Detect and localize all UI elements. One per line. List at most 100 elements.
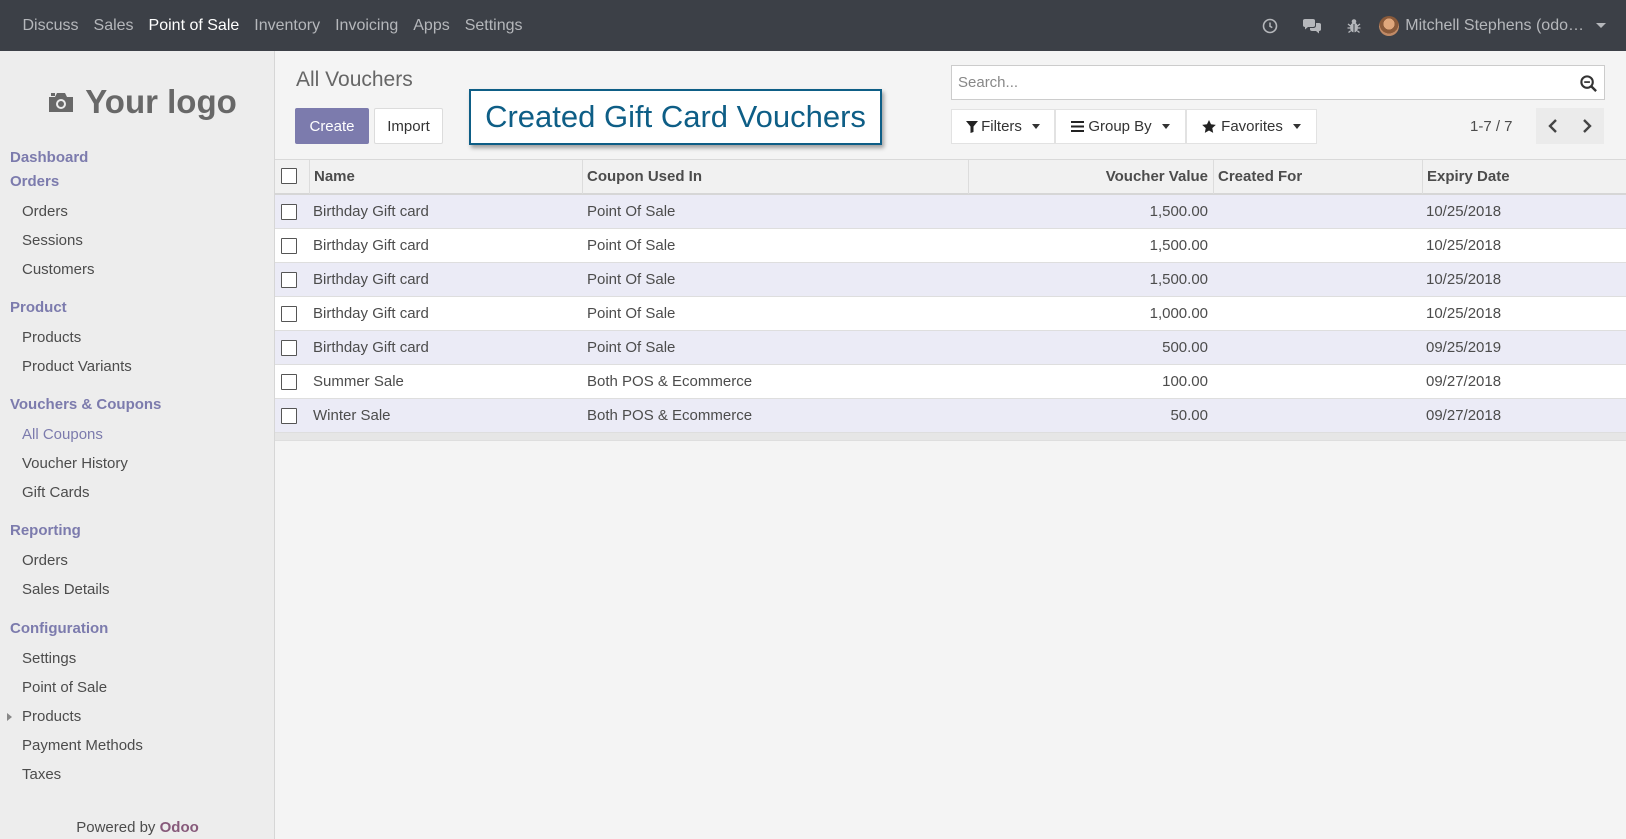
filters-button[interactable]: Filters: [951, 109, 1055, 144]
sidebar-item-taxes[interactable]: Taxes: [22, 766, 61, 783]
column-header-expiry-date[interactable]: Expiry Date: [1422, 160, 1626, 194]
cell-voucher-value: 1,500.00: [1149, 271, 1208, 288]
company-logo[interactable]: Your logo: [36, 77, 248, 127]
sidebar-section-orders[interactable]: Orders: [10, 173, 59, 190]
search-bar: [951, 65, 1605, 100]
cell-created-for: [1217, 263, 1421, 296]
sidebar-item-sales-details[interactable]: Sales Details: [22, 581, 110, 598]
filter-icon: [966, 120, 979, 133]
cell-expiry-date: 09/27/2018: [1426, 407, 1502, 424]
pager-value[interactable]: 1-7 / 7: [1470, 118, 1513, 135]
search-icon[interactable]: [1579, 74, 1598, 93]
column-header-created-for[interactable]: Created For: [1213, 160, 1422, 194]
nav-settings[interactable]: Settings: [457, 0, 530, 51]
cell-name: Birthday Gift card: [313, 271, 429, 288]
table-row[interactable]: Birthday Gift card Point Of Sale 1,500.00 1…: [275, 195, 1626, 229]
nav-point-of-sale[interactable]: Point of Sale: [141, 0, 247, 51]
vouchers-table: Name Coupon Used In Voucher Value Create…: [275, 159, 1626, 441]
pager-next-button[interactable]: [1570, 108, 1604, 144]
search-input[interactable]: [958, 74, 1558, 91]
nav-discuss[interactable]: Discuss: [15, 0, 86, 51]
row-checkbox[interactable]: [281, 374, 297, 390]
sidebar-item-voucher-history[interactable]: Voucher History: [22, 455, 128, 472]
nav-inventory[interactable]: Inventory: [247, 0, 328, 51]
table-row[interactable]: Summer Sale Both POS & Ecommerce 100.00 09/…: [275, 365, 1626, 399]
sidebar-item-reporting-orders[interactable]: Orders: [22, 552, 68, 569]
pager-previous-button[interactable]: [1536, 108, 1570, 144]
table-header: Name Coupon Used In Voucher Value Create…: [275, 159, 1626, 195]
create-button[interactable]: Create: [295, 108, 369, 144]
favorites-label: Favorites: [1221, 118, 1283, 135]
sidebar-section-reporting[interactable]: Reporting: [10, 522, 81, 539]
import-button[interactable]: Import: [374, 108, 443, 144]
sidebar-item-all-coupons[interactable]: All Coupons: [22, 426, 103, 443]
cell-name: Winter Sale: [313, 407, 391, 424]
main-menu: Discuss Sales Point of Sale Inventory In…: [0, 0, 530, 51]
sidebar-section-vouchers-coupons[interactable]: Vouchers & Coupons: [10, 396, 161, 413]
cell-name: Birthday Gift card: [313, 203, 429, 220]
cell-created-for: [1217, 399, 1421, 432]
row-checkbox[interactable]: [281, 340, 297, 356]
row-checkbox[interactable]: [281, 272, 297, 288]
cell-created-for: [1217, 331, 1421, 364]
systray: Mitchell Stephens (odo…: [1249, 0, 1606, 51]
caret-right-icon[interactable]: [7, 713, 12, 721]
filters-label: Filters: [981, 118, 1022, 135]
table-row[interactable]: Birthday Gift card Point Of Sale 1,500.00 1…: [275, 263, 1626, 297]
bug-icon[interactable]: [1333, 0, 1375, 51]
cell-coupon-used-in: Point Of Sale: [587, 237, 676, 254]
top-navbar: Discuss Sales Point of Sale Inventory In…: [0, 0, 1626, 51]
chevron-down-icon: [1031, 124, 1040, 129]
chevron-down-icon: [1292, 124, 1301, 129]
user-menu[interactable]: Mitchell Stephens (odo…: [1375, 15, 1606, 36]
nav-invoicing[interactable]: Invoicing: [328, 0, 406, 51]
row-checkbox[interactable]: [281, 306, 297, 322]
sidebar-item-product-variants[interactable]: Product Variants: [22, 358, 132, 375]
table-row[interactable]: Birthday Gift card Point Of Sale 1,500.00 1…: [275, 229, 1626, 263]
sidebar-item-gift-cards[interactable]: Gift Cards: [22, 484, 90, 501]
sidebar-item-config-products[interactable]: Products: [22, 708, 81, 725]
cell-expiry-date: 09/27/2018: [1426, 373, 1502, 390]
sidebar-section-dashboard[interactable]: Dashboard: [10, 149, 88, 166]
row-checkbox[interactable]: [281, 408, 297, 424]
sidebar-item-sessions[interactable]: Sessions: [22, 232, 83, 249]
table-row[interactable]: Birthday Gift card Point Of Sale 1,000.00 1…: [275, 297, 1626, 331]
sidebar-item-settings[interactable]: Settings: [22, 650, 76, 667]
sidebar-item-orders[interactable]: Orders: [22, 203, 68, 220]
sidebar-section-product[interactable]: Product: [10, 299, 67, 316]
cell-coupon-used-in: Point Of Sale: [587, 339, 676, 356]
table-row[interactable]: Birthday Gift card Point Of Sale 500.00 09/…: [275, 331, 1626, 365]
cell-expiry-date: 10/25/2018: [1426, 203, 1502, 220]
logo-text: Your logo: [85, 83, 237, 120]
cell-voucher-value: 100.00: [1162, 373, 1208, 390]
group-by-button[interactable]: Group By: [1055, 109, 1186, 144]
sidebar: Your logo Dashboard Orders Orders Sessio…: [0, 51, 275, 839]
cell-expiry-date: 10/25/2018: [1426, 305, 1502, 322]
cell-name: Summer Sale: [313, 373, 404, 390]
table-body: Birthday Gift card Point Of Sale 1,500.00 1…: [275, 195, 1626, 433]
sidebar-item-payment-methods[interactable]: Payment Methods: [22, 737, 143, 754]
nav-sales[interactable]: Sales: [86, 0, 141, 51]
sidebar-item-point-of-sale[interactable]: Point of Sale: [22, 679, 107, 696]
user-name: Mitchell Stephens (odo…: [1405, 16, 1584, 34]
chat-icon[interactable]: [1291, 0, 1333, 51]
column-header-name[interactable]: Name: [309, 160, 582, 194]
odoo-link[interactable]: Odoo: [160, 819, 199, 836]
table-row[interactable]: Winter Sale Both POS & Ecommerce 50.00 09/2…: [275, 399, 1626, 433]
camera-icon: [49, 93, 74, 112]
row-checkbox[interactable]: [281, 204, 297, 220]
nav-apps[interactable]: Apps: [406, 0, 457, 51]
sidebar-section-configuration[interactable]: Configuration: [10, 620, 108, 637]
sidebar-item-products[interactable]: Products: [22, 329, 81, 346]
group-by-label: Group By: [1088, 118, 1152, 135]
table-footer: [275, 433, 1626, 441]
row-checkbox[interactable]: [281, 238, 297, 254]
select-all-checkbox[interactable]: [281, 168, 297, 184]
column-header-voucher-value[interactable]: Voucher Value: [968, 160, 1213, 194]
sidebar-item-customers[interactable]: Customers: [22, 261, 95, 278]
column-header-coupon-used-in[interactable]: Coupon Used In: [582, 160, 968, 194]
cell-coupon-used-in: Both POS & Ecommerce: [587, 373, 753, 390]
favorites-button[interactable]: Favorites: [1186, 109, 1317, 144]
clock-icon[interactable]: [1249, 0, 1291, 51]
cell-coupon-used-in: Point Of Sale: [587, 203, 676, 220]
